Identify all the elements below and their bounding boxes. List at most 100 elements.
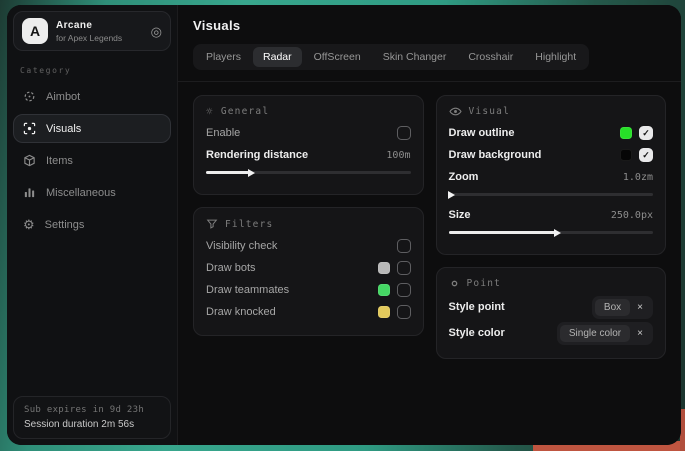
style-point-select[interactable]: Box × (592, 296, 653, 319)
visibility-check-label: Visibility check (206, 240, 277, 252)
app-logo: A (22, 18, 48, 44)
point-card-title: Point (467, 278, 502, 289)
draw-bots-color-swatch[interactable] (378, 262, 390, 274)
zoom-label: Zoom (449, 171, 479, 183)
check-icon: ✓ (642, 128, 650, 139)
draw-outline-label: Draw outline (449, 127, 515, 139)
app-title: Arcane (56, 20, 122, 31)
sidebar-nav: Aimbot Visuals Items Miscellaneous (13, 82, 171, 239)
point-card: Point Style point Box × Style color Sing… (436, 267, 667, 359)
sidebar-item-items[interactable]: Items (13, 146, 171, 175)
close-icon[interactable]: × (630, 302, 650, 313)
app-subtitle: for Apex Legends (56, 33, 122, 43)
category-label: Category (20, 66, 164, 75)
sidebar-item-label: Visuals (46, 123, 81, 135)
draw-background-color-swatch[interactable] (620, 149, 632, 161)
main-panel: Visuals Players Radar OffScreen Skin Cha… (177, 5, 681, 445)
close-icon[interactable]: × (630, 328, 650, 339)
point-icon (449, 278, 460, 289)
eye-scan-icon (23, 122, 36, 135)
draw-bots-row: Draw bots (206, 257, 411, 279)
draw-bots-label: Draw bots (206, 262, 256, 274)
check-icon: ✓ (642, 150, 650, 161)
sidebar-item-settings[interactable]: ⚙ Settings (13, 210, 171, 239)
size-label: Size (449, 209, 471, 221)
sun-icon: ☼ (206, 106, 214, 117)
draw-knocked-color-swatch[interactable] (378, 306, 390, 318)
draw-knocked-checkbox[interactable] (397, 305, 411, 319)
visibility-check-checkbox[interactable] (397, 239, 411, 253)
tab-players[interactable]: Players (196, 47, 251, 67)
sidebar-item-miscellaneous[interactable]: Miscellaneous (13, 178, 171, 207)
crosshair-icon (23, 90, 36, 103)
package-icon (23, 154, 36, 167)
right-column: Visual Draw outline ✓ Draw background (436, 95, 667, 359)
main-header: Visuals Players Radar OffScreen Skin Cha… (178, 5, 681, 82)
style-color-label: Style color (449, 327, 505, 339)
draw-background-row: Draw background ✓ (449, 144, 654, 166)
tab-offscreen[interactable]: OffScreen (304, 47, 371, 67)
general-card-title: General (221, 106, 269, 117)
draw-background-checkbox[interactable]: ✓ (639, 148, 653, 162)
zoom-row: Zoom 1.0zm (449, 166, 654, 188)
draw-teammates-label: Draw teammates (206, 284, 289, 296)
scope-icon[interactable]: ◎ (151, 25, 162, 38)
style-point-value[interactable]: Box (595, 299, 630, 316)
size-slider[interactable] (449, 231, 654, 234)
draw-outline-color-swatch[interactable] (620, 127, 632, 139)
brand-text: Arcane for Apex Legends (56, 20, 122, 43)
sidebar-item-label: Aimbot (46, 91, 80, 103)
gear-icon: ⚙ (23, 218, 35, 231)
content-area: ☼ General Enable Rendering distance 100m (178, 82, 681, 372)
draw-background-label: Draw background (449, 149, 542, 161)
tab-skin-changer[interactable]: Skin Changer (373, 47, 457, 67)
draw-knocked-row: Draw knocked (206, 301, 411, 323)
style-point-row: Style point Box × (449, 294, 654, 320)
sidebar: A Arcane for Apex Legends ◎ Category Aim… (7, 5, 177, 445)
tab-crosshair[interactable]: Crosshair (458, 47, 523, 67)
style-point-label: Style point (449, 301, 505, 313)
rendering-distance-row: Rendering distance 100m (206, 144, 411, 166)
draw-teammates-color-swatch[interactable] (378, 284, 390, 296)
size-row: Size 250.0px (449, 204, 654, 226)
rendering-distance-value: 100m (386, 150, 410, 161)
left-column: ☼ General Enable Rendering distance 100m (193, 95, 424, 336)
sidebar-item-visuals[interactable]: Visuals (13, 114, 171, 143)
tab-highlight[interactable]: Highlight (525, 47, 586, 67)
style-color-value[interactable]: Single color (560, 325, 630, 342)
sidebar-item-label: Settings (45, 219, 85, 231)
enable-checkbox[interactable] (397, 126, 411, 140)
filters-card-title: Filters (225, 219, 273, 230)
enable-label: Enable (206, 127, 240, 139)
zoom-slider[interactable] (449, 193, 654, 196)
style-color-row: Style color Single color × (449, 320, 654, 346)
sidebar-item-label: Items (46, 155, 73, 167)
general-card-header: ☼ General (206, 106, 411, 117)
rendering-distance-label: Rendering distance (206, 149, 308, 161)
sidebar-item-aimbot[interactable]: Aimbot (13, 82, 171, 111)
style-color-select[interactable]: Single color × (557, 322, 653, 345)
page-title: Visuals (193, 18, 666, 33)
brand-card: A Arcane for Apex Legends ◎ (13, 11, 171, 51)
draw-bots-checkbox[interactable] (397, 261, 411, 275)
draw-outline-row: Draw outline ✓ (449, 122, 654, 144)
sidebar-item-label: Miscellaneous (46, 187, 116, 199)
tab-radar[interactable]: Radar (253, 47, 302, 67)
draw-teammates-checkbox[interactable] (397, 283, 411, 297)
slider-thumb[interactable] (554, 229, 561, 237)
visual-card-title: Visual (469, 106, 511, 117)
slider-fill (206, 171, 249, 174)
visual-card-header: Visual (449, 106, 654, 117)
tab-bar: Players Radar OffScreen Skin Changer Cro… (193, 44, 589, 70)
draw-knocked-label: Draw knocked (206, 306, 276, 318)
visual-card: Visual Draw outline ✓ Draw background (436, 95, 667, 255)
sub-expires-text: Sub expires in 9d 23h (24, 405, 160, 415)
slider-thumb[interactable] (248, 169, 255, 177)
draw-outline-checkbox[interactable]: ✓ (639, 126, 653, 140)
general-card: ☼ General Enable Rendering distance 100m (193, 95, 424, 195)
filters-card: Filters Visibility check Draw bots (193, 207, 424, 336)
slider-thumb[interactable] (448, 191, 455, 199)
visibility-check-row: Visibility check (206, 235, 411, 257)
zoom-value: 1.0zm (623, 172, 653, 183)
rendering-distance-slider[interactable] (206, 171, 411, 174)
